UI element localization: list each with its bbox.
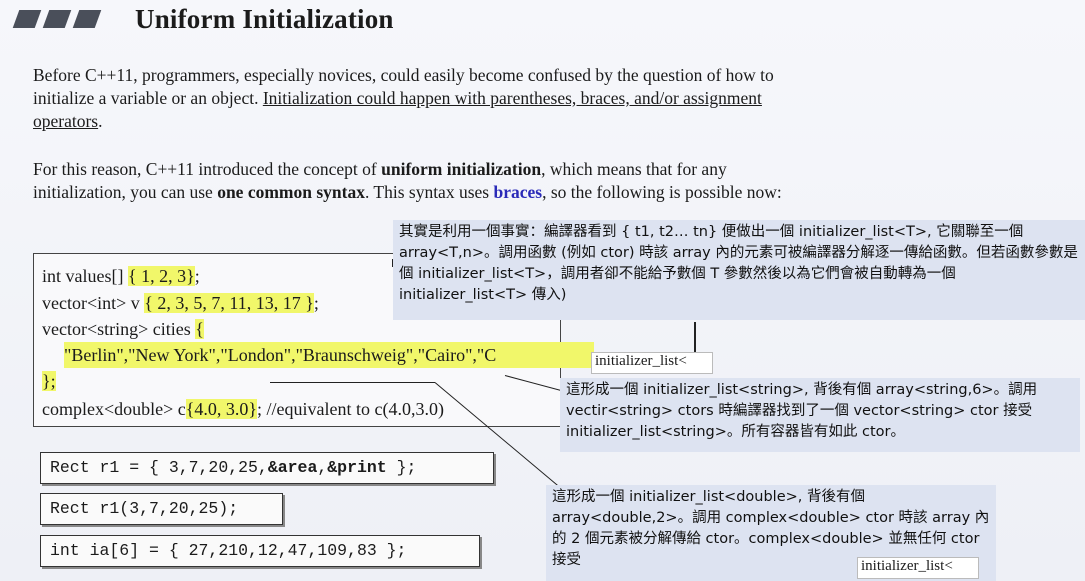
p2-braces: braces (493, 182, 543, 202)
slide-title: Uniform Initialization (135, 4, 394, 34)
p2-text-g: , so the following is possible now: (542, 182, 782, 202)
code-line-4: "Berlin","New York","London","Braunschwe… (64, 342, 594, 368)
p2-bold-syntax: one common syntax (217, 182, 365, 202)
rect-paren-code: Rect r1(3,7,20,25); (50, 499, 239, 518)
connector-line (270, 382, 435, 383)
code-l1a: int values[] (42, 266, 128, 286)
code-line-1: int values[] { 1, 2, 3}; (42, 263, 200, 289)
paragraph-2: For this reason, C++11 introduced the co… (33, 158, 823, 204)
code-l6c: ; //equivalent to c(4.0,3.0) (257, 399, 444, 419)
initializer-list-tag-2: initializer_list< (857, 557, 979, 579)
code-l3a: vector<string> cities (42, 319, 196, 339)
b1a: Rect r1 = { 3,7,20,25, (50, 458, 268, 477)
code-line-3: vector<string> cities { (42, 316, 204, 342)
array-init-code: int ia[6] = { 27,210,12,47,109,83 }; (50, 541, 407, 560)
code-line-6: complex<double> c{4.0, 3.0}; //equivalen… (42, 396, 444, 422)
code-l2a: vector<int> v (42, 293, 145, 313)
p2-text-e: . This syntax uses (364, 182, 494, 202)
code-line-5: }; (42, 368, 56, 394)
p1-end: . (98, 111, 103, 131)
connector-line (694, 322, 696, 352)
code-l2c: ; (313, 293, 319, 313)
b1-area: &area (267, 458, 318, 477)
rect-brace-code: Rect r1 = { 3,7,20,25,&area,&print }; (50, 458, 416, 477)
p2-text-a: For this reason, C++11 introduced the co… (33, 159, 382, 179)
code-l1c: ; (194, 266, 200, 286)
rect-brace-box: Rect r1 = { 3,7,20,25,&area,&print }; (40, 452, 494, 484)
code-l6-braces: {4.0, 3.0} (185, 399, 258, 419)
code-line-2: vector<int> v { 2, 3, 5, 7, 11, 13, 17 }… (42, 290, 319, 316)
b1c: , (317, 458, 328, 477)
b1e: }; (386, 458, 417, 477)
b1-print: &print (327, 458, 387, 477)
p2-bold-uniform: uniform initialization (381, 159, 542, 179)
code-l3-brace: { (195, 319, 204, 339)
initializer-list-tag-1: initializer_list< (591, 352, 713, 374)
array-init-box: int ia[6] = { 27,210,12,47,109,83 }; (40, 535, 480, 567)
code-l1-braces: { 1, 2, 3} (127, 266, 195, 286)
code-l2-braces: { 2, 3, 5, 7, 11, 13, 17 } (144, 293, 314, 313)
annotation-note-2: 這形成一個 initializer_list<string>, 背後有個 arr… (560, 378, 1080, 452)
paragraph-1: Before C++11, programmers, especially no… (33, 64, 823, 133)
code-l6a: complex<double> c (42, 399, 186, 419)
code-l5-close: }; (42, 371, 56, 391)
annotation-note-1: 其實是利用一個事實：編譯器看到 { t1, t2… tn} 便做出一個 init… (393, 220, 1085, 320)
rect-paren-box: Rect r1(3,7,20,25); (40, 493, 283, 525)
